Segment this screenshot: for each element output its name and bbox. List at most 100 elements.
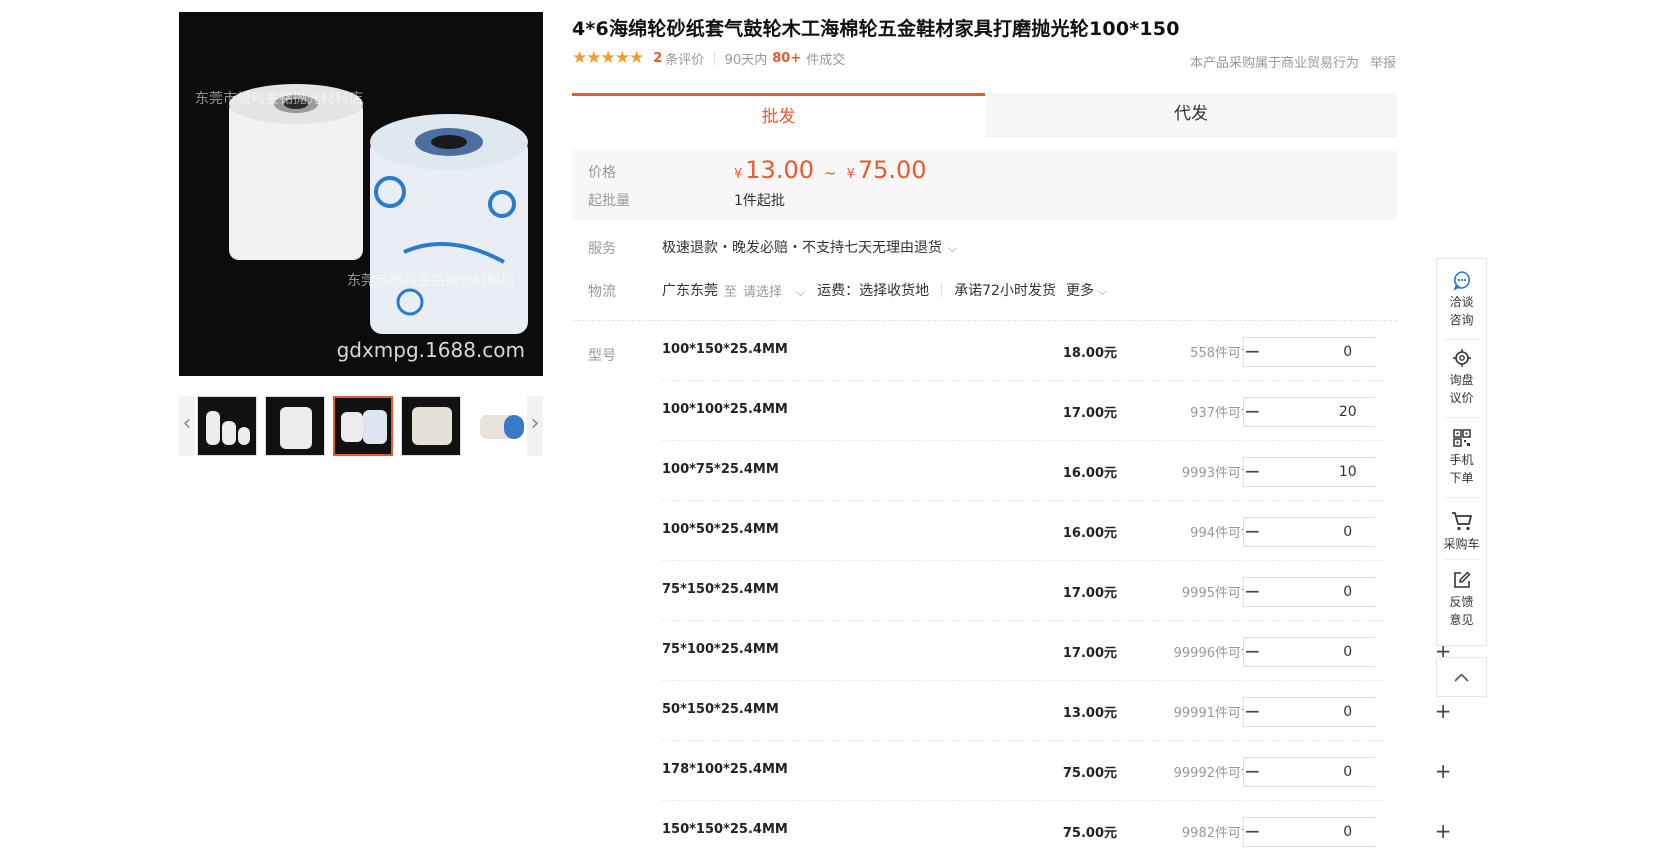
sku-row: 75*100*25.4MM 17.00元 99996件可售−+ [662,621,1452,681]
more-dropdown[interactable]: 更多 ⌵ [1066,280,1107,300]
minus-icon[interactable]: − [1244,398,1261,426]
sku-row: 50*150*25.4MM13.00元99991件可售−+ [662,681,1452,741]
quantity-input[interactable] [1260,518,1435,546]
minus-icon[interactable]: − [1244,698,1261,726]
cart-button[interactable]: 采购车 [1437,509,1486,553]
divider [1443,417,1480,418]
sku-label: 型号 [588,348,616,364]
minus-icon[interactable]: − [1244,518,1261,546]
cart-icon [1451,512,1472,531]
mobile-label-2: 下单 [1449,471,1474,485]
minus-icon[interactable]: − [1244,578,1261,606]
target-icon [1452,349,1471,367]
sku-stock: 99992件可售 [1173,766,1254,781]
divider [1443,339,1480,340]
sku-price: 16.00元 [1062,526,1117,541]
product-main-image[interactable]: 东莞市梧鸣金铭抛光材料店 东莞市梧鸣金铭抛光材料店 gdxmpg.1688.co… [179,12,543,376]
to-label: 至 [724,284,738,300]
tab-wholesale[interactable]: 批发 [572,93,985,137]
sku-row: 100*150*25.4MM 18.00元 558件可售−+ [662,321,1452,381]
inquiry-button[interactable]: 询盘 议价 [1437,347,1486,407]
divider [1443,497,1480,498]
plus-icon[interactable]: + [1435,758,1452,786]
destination-select[interactable]: 请选择 ⌵ [743,281,805,300]
price-max: 75.00 [857,156,927,184]
sku-stock: 9993件可售 [1181,466,1254,481]
sku-row: 178*100*25.4MM75.00元99992件可售−+ [662,741,1452,801]
price-label: 价格 [588,165,616,181]
product-title: 4*6海绵轮砂纸套气鼓轮木工海棉轮五金鞋材家具打磨抛光轮100*150 [572,18,1180,40]
thumbnail-3[interactable] [333,396,393,456]
quantity-input[interactable] [1260,698,1435,726]
review-label[interactable]: 条评价 [665,49,704,68]
consult-button[interactable]: 洽谈 咨询 [1437,269,1486,329]
sku-price: 17.00元 [1062,646,1117,661]
sku-name: 75*100*25.4MM [662,642,779,657]
mobile-order-button[interactable]: 手机 下单 [1437,427,1486,487]
feedback-button[interactable]: 反馈 意见 [1437,569,1486,629]
trade-note: 本产品采购属于商业贸易行为 [1190,56,1360,71]
sold-count: 80+ [772,50,802,66]
quantity-input[interactable] [1260,638,1435,666]
price-tilde: ~ [824,164,837,182]
sku-name: 50*150*25.4MM [662,702,779,717]
ship-promise: 承诺72小时发货 [954,283,1056,299]
quantity-stepper: −+ [1243,577,1452,607]
sku-price: 75.00元 [1062,826,1117,841]
sku-stock: 99991件可售 [1173,706,1254,721]
quantity-stepper: −+ [1243,697,1452,727]
thumbnail-5[interactable] [469,396,529,456]
quantity-input[interactable] [1260,758,1435,786]
chevron-right-icon[interactable]: › [527,396,543,456]
watermark-text: 东莞市梧鸣金铭抛光材料店 [195,91,363,107]
sku-row: 100*100*25.4MM 17.00元 937件可售−+ [662,381,1452,441]
service-info[interactable]: 极速退款・晚发必赔・不支持七天无理由退货 ⌵ [662,237,957,257]
sku-stock: 558件可售 [1190,346,1254,361]
thumbnail-2[interactable] [265,396,325,456]
watermark-text: 东莞市梧鸣金铭抛光材料店 [347,273,515,289]
quantity-stepper: −+ [1243,337,1452,367]
thumbnail-4[interactable] [401,396,461,456]
sku-name: 100*150*25.4MM [662,342,788,357]
price-range: ¥13.00 ~ ¥75.00 [734,156,927,184]
minus-icon[interactable]: − [1244,458,1261,486]
quantity-stepper: −+ [1243,457,1452,487]
qrcode-icon [1452,429,1471,447]
side-toolbar: 洽谈 咨询 询盘 议价 手机 下单 采购车 反馈 意见 [1436,258,1487,646]
quantity-input[interactable] [1260,578,1435,606]
moq-label: 起批量 [588,193,630,209]
quantity-input[interactable] [1260,398,1435,426]
plus-icon[interactable]: + [1435,698,1452,726]
thumbnail-strip: ‹ › [179,396,543,456]
sku-name: 100*75*25.4MM [662,462,779,477]
edit-icon [1453,571,1470,588]
sku-price: 16.00元 [1062,466,1117,481]
plus-icon[interactable]: + [1435,818,1452,846]
thumbnail-1[interactable] [197,396,257,456]
tab-dropship[interactable]: 代发 [985,93,1397,137]
back-to-top-button[interactable] [1436,657,1487,697]
minus-icon[interactable]: − [1244,818,1261,846]
sku-row: 75*150*25.4MM 17.00元 9995件可售−+ [662,561,1452,621]
review-count[interactable]: 2 [653,51,662,66]
quantity-input[interactable] [1260,338,1435,366]
sku-stock: 9995件可售 [1181,586,1254,601]
minus-icon[interactable]: − [1244,638,1261,666]
divider: | [712,50,717,66]
sku-name: 75*150*25.4MM [662,582,779,597]
inquiry-label-1: 询盘 [1449,373,1474,387]
consult-label-1: 洽谈 [1449,295,1474,309]
site-watermark: gdxmpg.1688.com [336,338,525,362]
mobile-label-1: 手机 [1449,453,1474,467]
quantity-input[interactable] [1260,818,1435,846]
report-link[interactable]: 举报 [1370,52,1396,71]
currency-symbol: ¥ [846,167,855,182]
chevron-left-icon[interactable]: ‹ [179,396,195,456]
minus-icon[interactable]: − [1244,758,1261,786]
quantity-input[interactable] [1260,458,1435,486]
rating-row: ★★★★★ 2 条评价 | 90天内 80+ 件成交 [572,48,845,68]
quantity-stepper: −+ [1243,817,1452,847]
minus-icon[interactable]: − [1244,338,1261,366]
chevron-down-icon: ⌵ [948,241,958,255]
sku-name: 178*100*25.4MM [662,762,788,777]
